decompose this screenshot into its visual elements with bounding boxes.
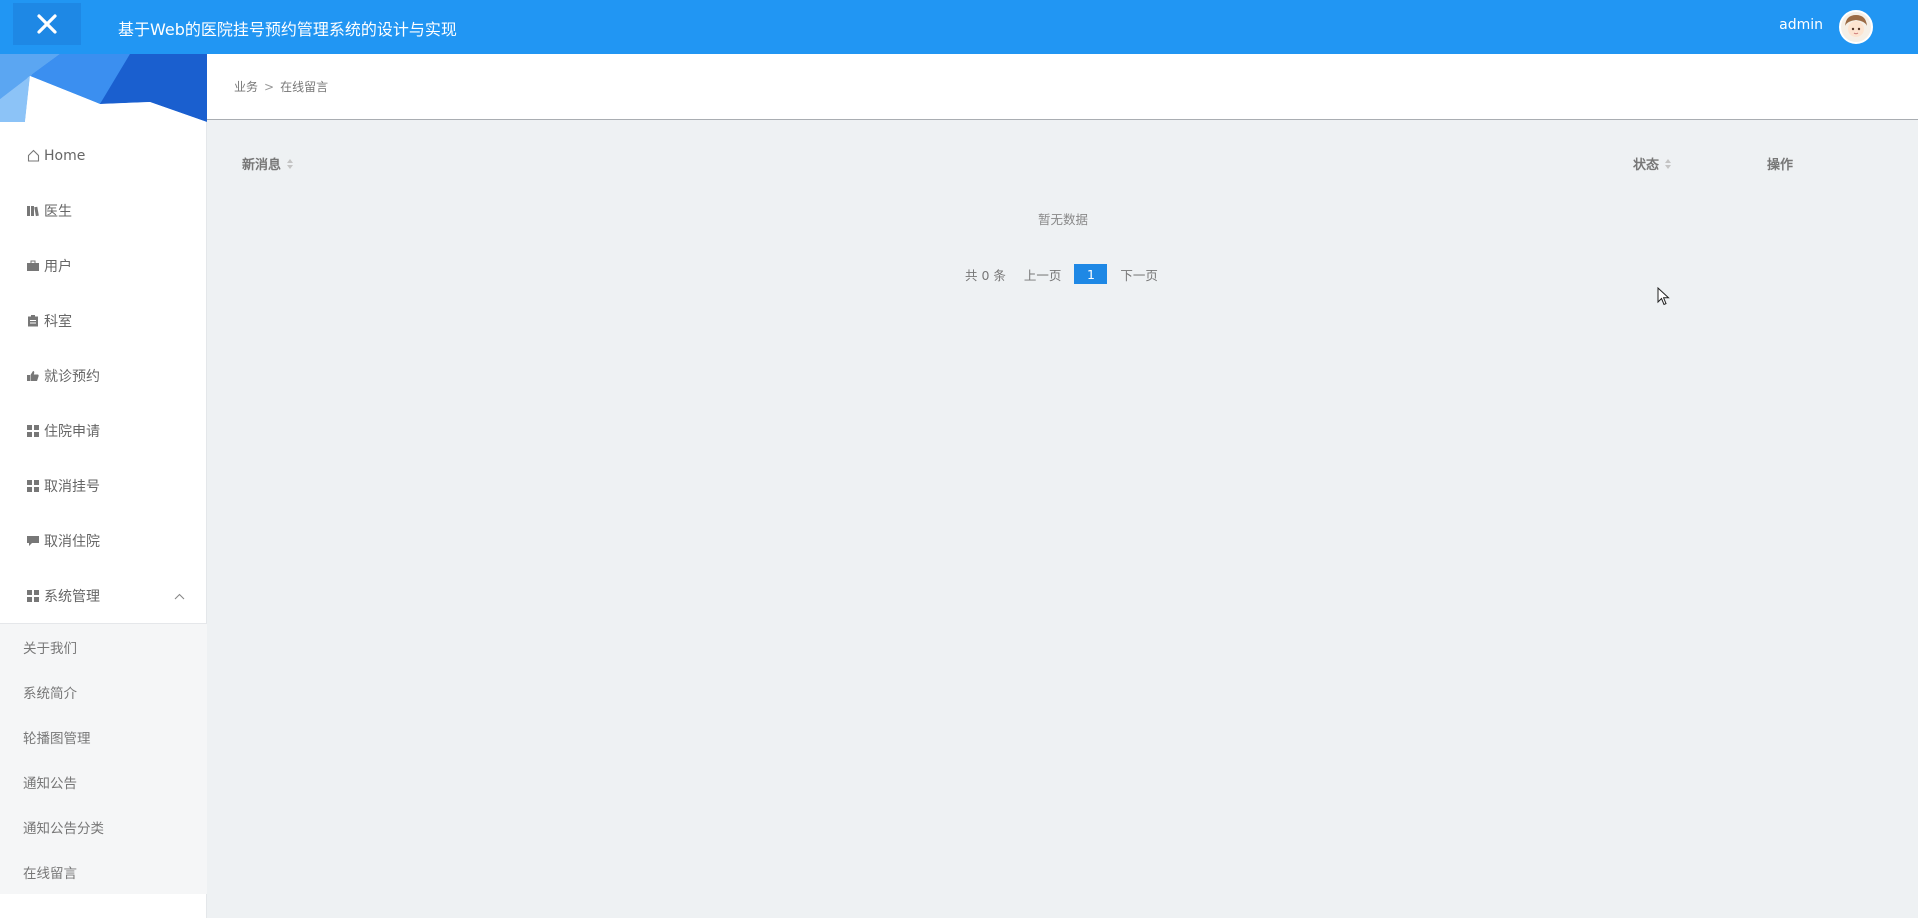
breadcrumb-bar: 业务 > 在线留言: [207, 54, 1918, 120]
sidebar-item-hospitalization[interactable]: 住院申请: [0, 403, 207, 458]
sidebar-item-system-management[interactable]: 系统管理: [0, 568, 207, 623]
sidebar-item-label: 科室: [44, 313, 72, 330]
sidebar-item-home[interactable]: Home: [0, 128, 207, 183]
submenu-item-about-us[interactable]: 关于我们: [0, 624, 207, 669]
grid-icon: [26, 479, 40, 493]
sidebar-item-label: 用户: [44, 258, 72, 275]
home-icon: [26, 149, 40, 163]
clipboard-icon: [26, 314, 40, 328]
breadcrumb: 业务 > 在线留言: [234, 78, 328, 95]
top-bar: 基于Web的医院挂号预约管理系统的设计与实现 admin: [0, 0, 1918, 54]
sidebar-item-cancel-registration[interactable]: 取消挂号: [0, 458, 207, 513]
sidebar-item-doctor[interactable]: 医生: [0, 183, 207, 238]
empty-table-message: 暂无数据: [1038, 212, 1089, 227]
column-header-new-message[interactable]: 新消息: [242, 154, 294, 173]
sidebar-menu: Home 医生 用户 科室 就诊预约 住院申请 取消挂号 取消住院 系统管理 关…: [0, 128, 207, 894]
sidebar-item-label: 取消挂号: [44, 478, 100, 495]
submenu-item-notice[interactable]: 通知公告: [0, 759, 207, 804]
sidebar-item-label: 住院申请: [44, 423, 100, 440]
breadcrumb-separator: >: [264, 80, 275, 94]
user-name[interactable]: admin: [1779, 17, 1823, 33]
pagination-total: 共 0 条: [965, 267, 1006, 283]
prev-page-button[interactable]: 上一页: [1024, 265, 1062, 284]
books-icon: [26, 204, 40, 218]
sidebar: Home 医生 用户 科室 就诊预约 住院申请 取消挂号 取消住院 系统管理 关…: [0, 54, 207, 918]
column-header-actions: 操作: [1767, 154, 1793, 173]
close-sidebar-button[interactable]: [13, 3, 81, 45]
sort-icon[interactable]: [1665, 158, 1672, 169]
close-icon: [37, 14, 57, 34]
sort-icon[interactable]: [287, 158, 294, 169]
column-header-label: 新消息: [242, 158, 282, 173]
column-header-label: 操作: [1767, 158, 1794, 173]
main-content: 新消息 状态 操作 暂无数据 共 0 条 上一页 1 下一页: [207, 120, 1918, 918]
thumbs-icon: [26, 369, 40, 383]
briefcase-icon: [26, 259, 40, 273]
sidebar-item-label: 就诊预约: [44, 368, 100, 385]
submenu-item-system-intro[interactable]: 系统简介: [0, 669, 207, 714]
grid-icon: [26, 589, 40, 603]
sidebar-item-department[interactable]: 科室: [0, 293, 207, 348]
comment-icon: [26, 534, 40, 548]
submenu-item-online-message[interactable]: 在线留言: [0, 849, 207, 894]
chevron-up-icon: [174, 588, 185, 604]
sidebar-banner: [0, 54, 207, 122]
grid-icon: [26, 424, 40, 438]
breadcrumb-current: 在线留言: [280, 80, 329, 94]
sidebar-item-label: 取消住院: [44, 533, 100, 550]
page-button-current[interactable]: 1: [1074, 264, 1108, 284]
breadcrumb-parent[interactable]: 业务: [234, 80, 258, 94]
column-header-label: 状态: [1633, 158, 1660, 173]
sidebar-item-label: 系统管理: [44, 588, 100, 605]
sidebar-item-appointment[interactable]: 就诊预约: [0, 348, 207, 403]
avatar[interactable]: [1839, 10, 1873, 44]
sidebar-item-cancel-hospitalization[interactable]: 取消住院: [0, 513, 207, 568]
next-page-button[interactable]: 下一页: [1120, 265, 1158, 284]
sidebar-item-label: Home: [44, 147, 86, 164]
sidebar-item-label: 医生: [44, 203, 72, 220]
pagination: 共 0 条 上一页 1 下一页: [965, 264, 1158, 284]
submenu-item-carousel[interactable]: 轮播图管理: [0, 714, 207, 759]
sidebar-item-user[interactable]: 用户: [0, 238, 207, 293]
app-title: 基于Web的医院挂号预约管理系统的设计与实现: [118, 20, 457, 39]
system-management-submenu: 关于我们 系统简介 轮播图管理 通知公告 通知公告分类 在线留言: [0, 623, 207, 894]
submenu-item-notice-category[interactable]: 通知公告分类: [0, 804, 207, 849]
column-header-status[interactable]: 状态: [1633, 154, 1672, 173]
mouse-cursor-icon: [1657, 287, 1670, 306]
